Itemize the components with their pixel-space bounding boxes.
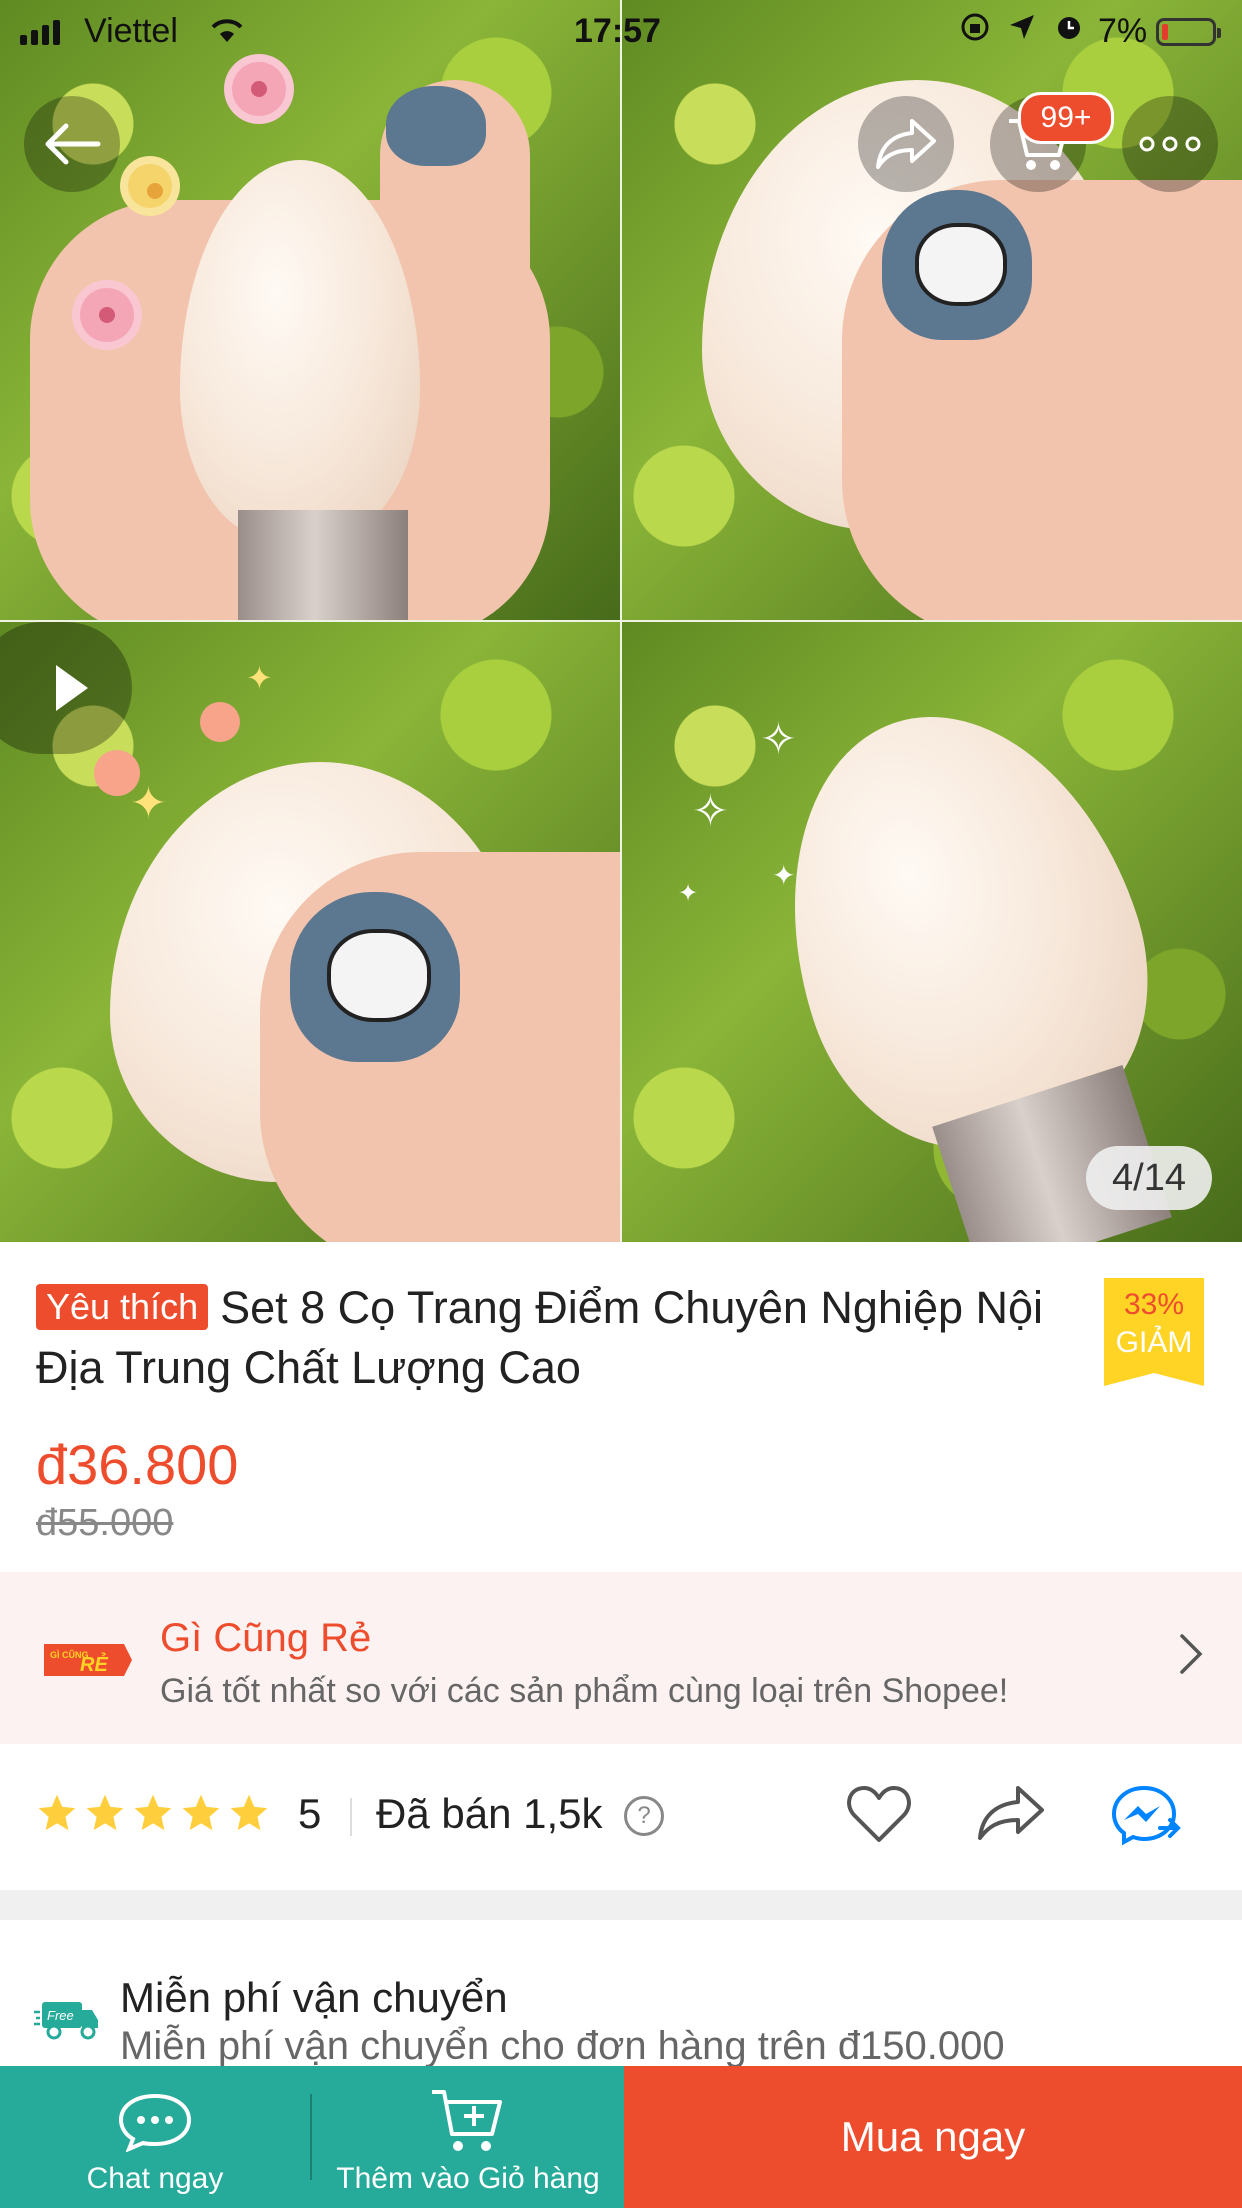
like-button[interactable] (846, 1784, 912, 1849)
chevron-right-icon (1180, 1634, 1203, 1674)
bottom-action-bar: Chat ngay Thêm vào Giỏ hàng Mua ngay (0, 2066, 1242, 2208)
cart-count-badge: 99+ (1018, 92, 1114, 144)
shipping-title: Miễn phí vận chuyển (120, 1974, 508, 2021)
cellular-signal-icon (20, 20, 60, 45)
product-photo-2 (622, 0, 1242, 620)
orientation-lock-icon (961, 13, 989, 41)
messenger-share-button[interactable] (1110, 1784, 1182, 1851)
discount-tag: 33% GIẢM (1104, 1278, 1204, 1386)
add-to-cart-icon (432, 2090, 502, 2151)
play-icon (56, 665, 88, 711)
arrow-left-icon (45, 123, 101, 165)
battery-percent: 7% (1098, 12, 1148, 50)
buy-now-button[interactable]: Mua ngay (624, 2066, 1242, 2208)
share-button[interactable] (976, 1784, 1046, 1847)
star-icon (134, 1794, 172, 1831)
star-icon (182, 1794, 220, 1831)
grid-divider-horizontal (0, 620, 1242, 622)
gi-cung-re-logo-icon: GÌ CŨNG RẺ (44, 1644, 132, 1676)
free-shipping-truck-icon: Free (34, 2002, 98, 2040)
messenger-icon (1111, 1785, 1181, 1846)
svg-text:Free: Free (47, 2008, 74, 2023)
share-icon (876, 119, 936, 169)
chat-now-label: Chat ngay (86, 2162, 224, 2195)
promo-subtitle: Giá tốt nhất so với các sản phẩm cùng lo… (160, 1672, 1009, 1710)
status-time: 17:57 (574, 12, 661, 50)
more-options-button[interactable] (1122, 96, 1218, 192)
original-price: đ55.000 (36, 1502, 174, 1544)
shipping-row[interactable]: Free Miễn phí vận chuyển Miễn phí vận ch… (0, 1920, 1242, 2070)
battery-icon (1156, 18, 1221, 46)
rating-separator (350, 1798, 352, 1836)
shipping-subtitle: Miễn phí vận chuyển cho đơn hàng trên đ1… (120, 2024, 1005, 2068)
discount-label: GIẢM (1115, 1326, 1193, 1359)
image-counter: 4/14 (1086, 1146, 1212, 1210)
product-photo-1 (0, 0, 620, 620)
heart-icon (847, 1786, 911, 1842)
svg-text:RẺ: RẺ (80, 1653, 108, 1676)
help-icon[interactable]: ? (624, 1796, 664, 1836)
carrier-name: Viettel (84, 12, 178, 50)
share-button-top[interactable] (858, 96, 954, 192)
sold-count: Đã bán 1,5k (376, 1790, 603, 1837)
star-icon (38, 1794, 76, 1831)
alarm-icon (1058, 17, 1080, 39)
share-icon (978, 1786, 1044, 1840)
wifi-icon (210, 14, 244, 53)
chat-bubble-icon (118, 2093, 192, 2153)
status-bar: Viettel 17:57 7% (0, 0, 1242, 62)
rating-row: 5 Đã bán 1,5k ? (0, 1744, 1242, 1886)
promo-title: Gì Cũng Rẻ (160, 1616, 372, 1660)
back-button[interactable] (24, 96, 120, 192)
rating-value: 5 (298, 1790, 322, 1837)
add-to-cart-label: Thêm vào Giỏ hàng (336, 2162, 600, 2195)
product-title-block: Yêu thích Set 8 Cọ Trang Điểm Chuyên Nghi… (36, 1278, 1076, 1398)
chat-now-button[interactable]: Chat ngay (0, 2066, 310, 2208)
add-to-cart-button[interactable]: Thêm vào Giỏ hàng (312, 2066, 624, 2208)
play-video-button[interactable] (0, 622, 132, 754)
star-icon (230, 1794, 268, 1831)
star-icon (86, 1794, 124, 1831)
discount-percent: 33% (1123, 1288, 1185, 1321)
location-icon (1010, 15, 1034, 39)
rating-stars (36, 1792, 270, 1834)
favorite-badge: Yêu thích (36, 1284, 209, 1330)
section-divider (0, 1890, 1242, 1920)
more-icon (1139, 136, 1201, 152)
product-price: đ36.800 (36, 1433, 239, 1496)
promo-banner[interactable]: GÌ CŨNG RẺ Gì Cũng Rẻ Giá tốt nhất so vớ… (0, 1572, 1242, 1744)
